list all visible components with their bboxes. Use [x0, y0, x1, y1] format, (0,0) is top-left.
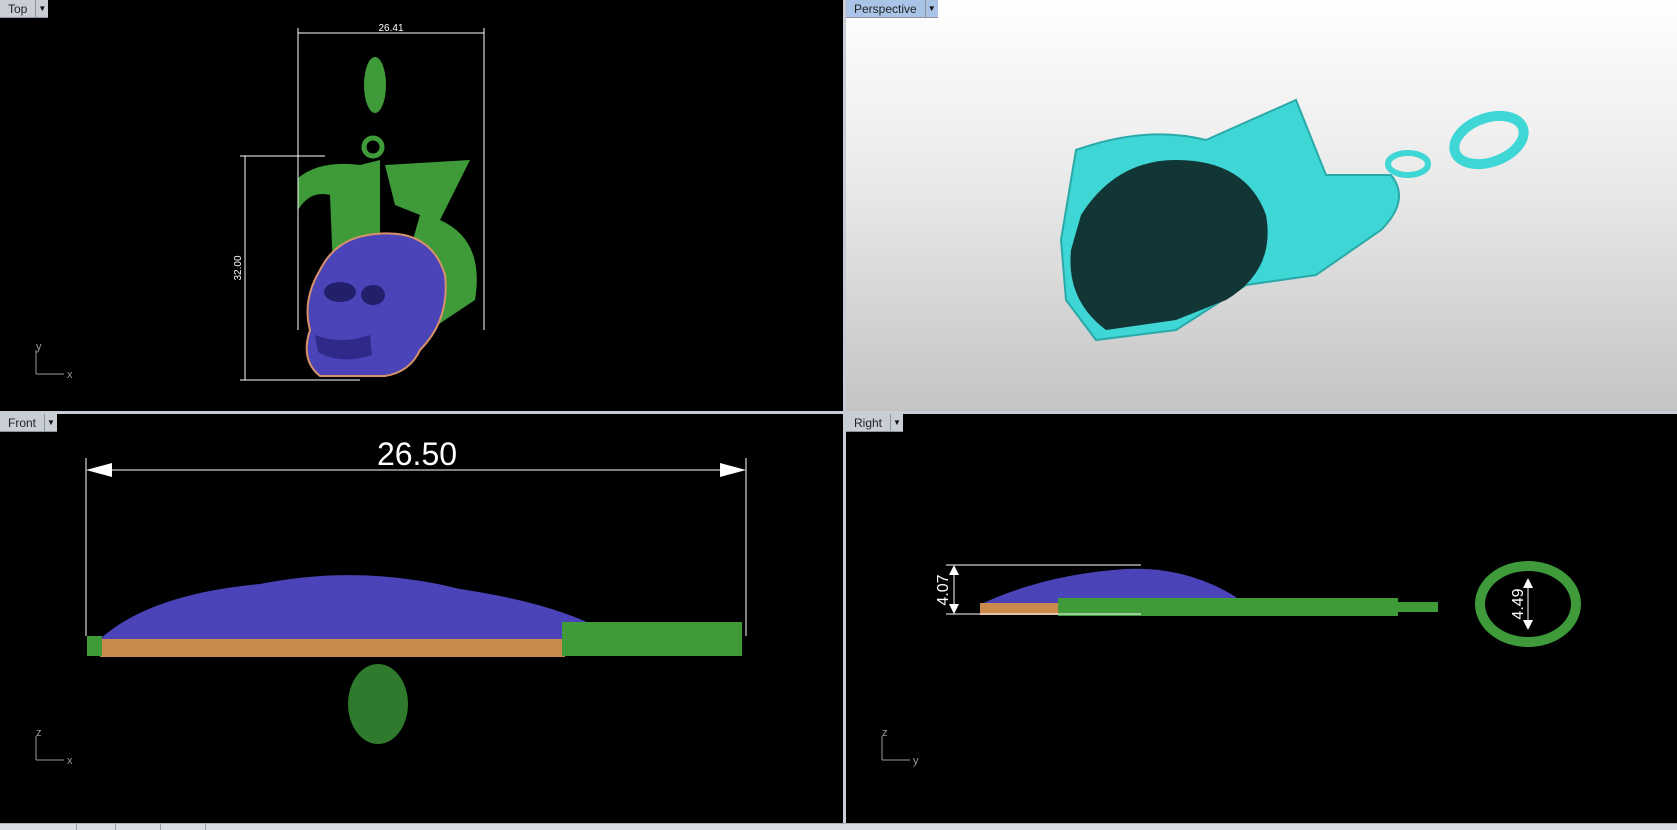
bail-shape — [364, 57, 386, 113]
viewport-front[interactable]: Front ▼ 26.50 z x — [0, 414, 843, 823]
dimension-width-label: 26.50 — [377, 436, 457, 472]
skull-eye-socket — [324, 282, 356, 302]
axis-label-horizontal: x — [67, 755, 73, 767]
viewport-tab-perspective[interactable]: Perspective ▼ — [846, 0, 938, 18]
chevron-down-icon[interactable]: ▼ — [45, 414, 58, 432]
axis-label-horizontal: y — [913, 755, 919, 767]
bail-ring-shape — [1449, 110, 1529, 170]
axis-icon — [35, 736, 64, 761]
viewport-right[interactable]: Right ▼ 4.07 4.49 z y — [846, 414, 1677, 823]
axis-label-vertical: y — [36, 341, 42, 353]
dimension-arrow-left — [86, 463, 112, 477]
viewport-title[interactable]: Top — [0, 0, 37, 18]
base-plate-shape — [980, 603, 1060, 615]
status-bar-segment[interactable] — [115, 824, 116, 830]
dimension-height-label: 32.00 — [233, 255, 244, 280]
dimension-ring-label: 4.49 — [1510, 588, 1527, 619]
jump-ring-shape — [1385, 150, 1431, 178]
axis-label-horizontal: x — [67, 369, 73, 381]
status-bar-segment[interactable] — [76, 824, 77, 830]
viewport-tab-right[interactable]: Right ▼ — [846, 414, 904, 432]
dimension-width-label: 26.41 — [378, 23, 403, 34]
status-bar-segment[interactable] — [160, 824, 161, 830]
viewport-perspective[interactable]: Perspective ▼ — [846, 0, 1677, 411]
viewport-top[interactable]: Top ▼ 26.41 32.00 y x — [0, 0, 843, 411]
viewport-title[interactable]: Perspective — [846, 0, 926, 18]
plate-edge-shape — [87, 636, 102, 656]
viewport-title[interactable]: Right — [846, 414, 892, 432]
right-view-scene: 4.07 4.49 z y — [881, 561, 1581, 767]
dimension-arrow-right — [720, 463, 746, 477]
dimension-arrow-up — [949, 565, 959, 575]
dimension-arrow-up — [1523, 578, 1533, 588]
skull-eye-socket — [361, 285, 385, 305]
chevron-down-icon[interactable]: ▼ — [891, 414, 904, 432]
jump-ring-edge-shape — [1398, 602, 1438, 612]
axis-icon — [881, 736, 910, 761]
viewport-tab-top[interactable]: Top ▼ — [0, 0, 49, 18]
jump-ring-shape — [361, 135, 385, 159]
plate-shape — [1058, 598, 1398, 616]
plate-shape — [562, 622, 742, 656]
dimension-thickness-label: 4.07 — [935, 574, 952, 605]
axis-label-vertical: z — [882, 727, 888, 739]
viewport-title[interactable]: Front — [0, 414, 46, 432]
top-view-scene: 26.41 32.00 y x — [35, 23, 485, 381]
chevron-down-icon[interactable]: ▼ — [36, 0, 49, 18]
viewport-tab-front[interactable]: Front ▼ — [0, 414, 58, 432]
base-plate-shape — [100, 639, 565, 657]
perspective-view-scene — [1059, 98, 1529, 342]
dimension-arrow-down — [1523, 620, 1533, 630]
status-bar-segment[interactable] — [205, 824, 206, 830]
axis-icon — [35, 350, 64, 375]
front-view-scene: 26.50 z x — [35, 436, 747, 767]
axis-label-vertical: z — [36, 727, 42, 739]
bail-shape — [348, 664, 408, 744]
chevron-down-icon[interactable]: ▼ — [925, 0, 938, 18]
